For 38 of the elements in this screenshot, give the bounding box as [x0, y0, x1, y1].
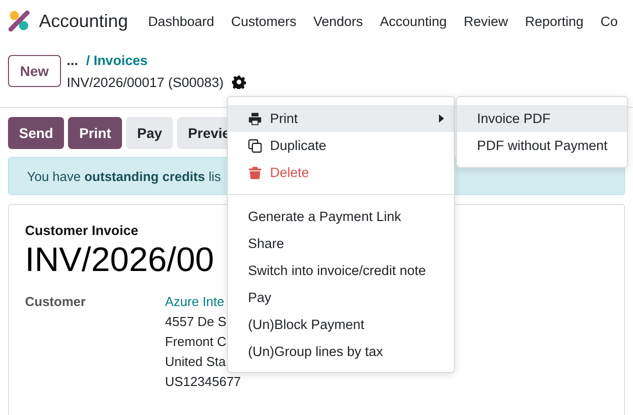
- nav-menu-item[interactable]: Co: [600, 14, 618, 28]
- menu-item[interactable]: (Un)Group lines by tax: [228, 338, 454, 365]
- menu-item[interactable]: Delete: [228, 159, 454, 186]
- copy-icon: [248, 138, 262, 152]
- breadcrumb-link[interactable]: / Invoices: [86, 52, 148, 68]
- invoice-title: INV/2026/00: [25, 240, 214, 280]
- action-button[interactable]: Send: [8, 117, 64, 149]
- settings-icon[interactable]: [232, 75, 246, 89]
- nav-menu-item[interactable]: Dashboard: [148, 14, 214, 28]
- address-line: 4557 De S: [165, 314, 228, 329]
- new-button[interactable]: New: [8, 55, 61, 87]
- menu-item[interactable]: Print: [228, 105, 454, 132]
- trash-icon: [248, 166, 262, 180]
- menu-item[interactable]: Invoice PDF: [457, 105, 627, 132]
- nav-menu-item[interactable]: Customers: [231, 14, 296, 28]
- menu-item[interactable]: (Un)Block Payment: [228, 311, 454, 338]
- menu-item[interactable]: Pay: [228, 284, 454, 311]
- field-label: Customer: [25, 294, 87, 311]
- app-name[interactable]: Accounting: [39, 10, 128, 32]
- address-line: Fremont C: [165, 334, 228, 349]
- address-line: US12345677: [165, 374, 241, 389]
- address-line: United Sta: [165, 354, 227, 369]
- breadcrumb-more[interactable]: ...: [66, 52, 78, 68]
- action-button[interactable]: Print: [68, 117, 122, 149]
- menu-item[interactable]: Switch into invoice/credit note: [228, 257, 454, 284]
- record-name: INV/2026/00017 (S00083): [66, 74, 224, 90]
- menu-item[interactable]: Generate a Payment Link: [228, 203, 454, 230]
- nav-menu-item[interactable]: Accounting: [380, 14, 447, 28]
- nav-menu-item[interactable]: Vendors: [313, 14, 363, 28]
- nav-menu-item[interactable]: Reporting: [524, 14, 584, 28]
- caret-icon: [439, 114, 444, 123]
- nav-menu-item[interactable]: Review: [464, 14, 508, 28]
- app-logo-icon[interactable]: [8, 10, 30, 32]
- printer-icon: [248, 112, 262, 126]
- menu-item[interactable]: PDF without Payment: [457, 132, 627, 159]
- menu-item[interactable]: Share: [228, 230, 454, 257]
- document-type-label: Customer Invoice: [25, 223, 140, 238]
- action-button[interactable]: Pay: [126, 117, 174, 149]
